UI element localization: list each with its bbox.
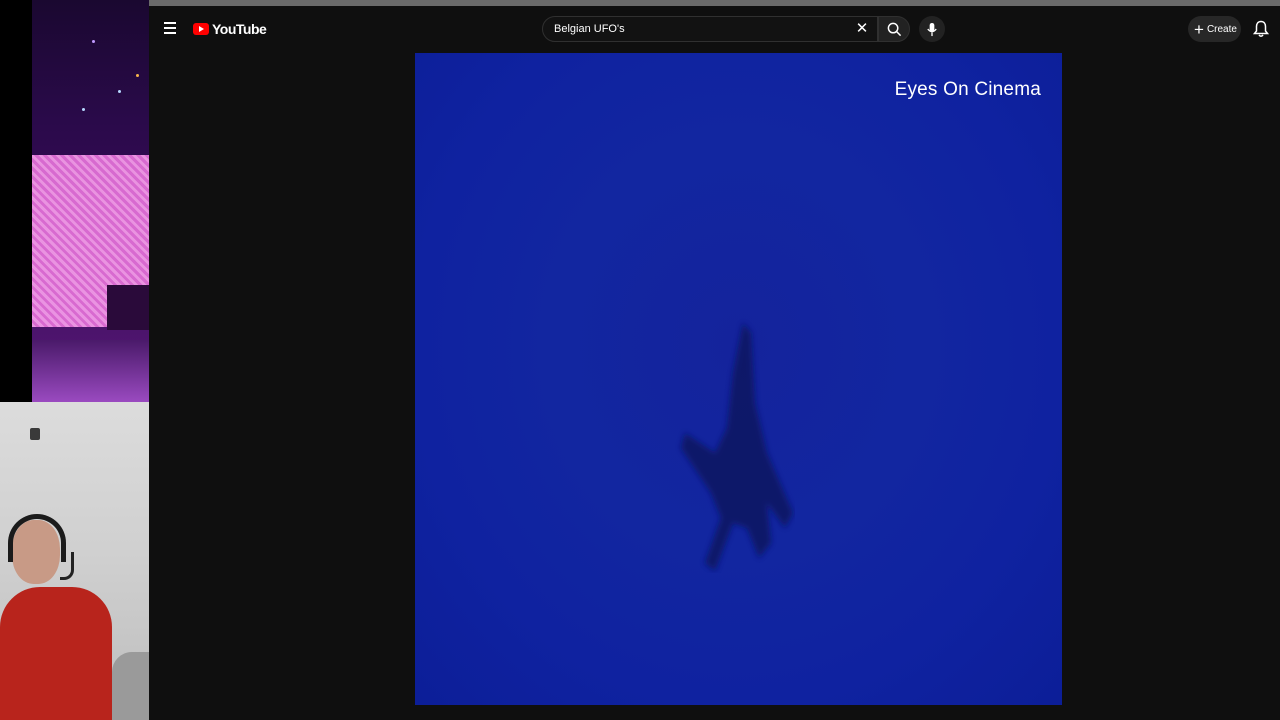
masthead: YouTube ✕ + Crea xyxy=(149,6,1280,53)
menu-icon[interactable] xyxy=(161,18,181,38)
background-shadow xyxy=(112,652,149,720)
plus-icon: + xyxy=(1194,19,1204,39)
light-dot xyxy=(82,108,85,111)
search-button[interactable] xyxy=(878,16,910,42)
game-capture-overlay xyxy=(32,0,149,402)
voice-search-button[interactable] xyxy=(919,16,945,42)
search-input[interactable] xyxy=(554,23,844,35)
light-dot xyxy=(118,90,121,93)
channel-watermark: Eyes On Cinema xyxy=(894,79,1041,100)
fighter-jet-silhouette xyxy=(681,323,793,571)
headset-mic xyxy=(60,552,74,580)
create-button[interactable]: + Create xyxy=(1188,16,1241,42)
left-black-strip xyxy=(0,0,32,402)
below-player-bar xyxy=(149,705,1280,720)
create-label: Create xyxy=(1206,23,1237,35)
screen: YouTube ✕ + Crea xyxy=(0,0,1280,720)
game-floor xyxy=(32,340,149,402)
light-dot xyxy=(136,74,139,77)
neon-wall-shadow xyxy=(107,285,149,330)
search-icon xyxy=(887,22,901,36)
clear-icon[interactable]: ✕ xyxy=(853,20,871,38)
wall-object xyxy=(30,428,40,440)
mic-icon xyxy=(927,22,937,36)
webcam-overlay xyxy=(0,402,149,720)
light-dot xyxy=(92,40,95,43)
streamer-shirt xyxy=(0,587,112,720)
headset-icon xyxy=(8,514,66,562)
search-box: ✕ xyxy=(542,16,878,42)
youtube-logo[interactable]: YouTube xyxy=(193,20,267,38)
logo-text: YouTube xyxy=(212,21,267,37)
video-player[interactable]: Eyes On Cinema xyxy=(415,53,1062,705)
youtube-logo-icon xyxy=(193,23,209,35)
youtube-window: YouTube ✕ + Crea xyxy=(149,0,1280,720)
bell-icon[interactable] xyxy=(1252,20,1271,38)
